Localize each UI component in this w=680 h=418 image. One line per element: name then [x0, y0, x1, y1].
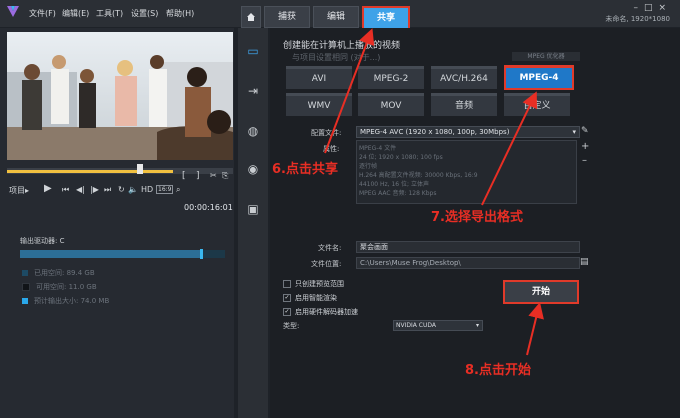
- annotation-arrows: [324, 28, 544, 356]
- annotation-step6: 6.点击共享: [272, 162, 338, 177]
- annotation-step7: 7.选择导出格式: [431, 210, 523, 225]
- arrow-step7: [481, 91, 537, 206]
- annotation-step8: 8.点击开始: [465, 363, 531, 378]
- arrow-step8: [526, 302, 544, 356]
- arrow-step6: [324, 28, 375, 154]
